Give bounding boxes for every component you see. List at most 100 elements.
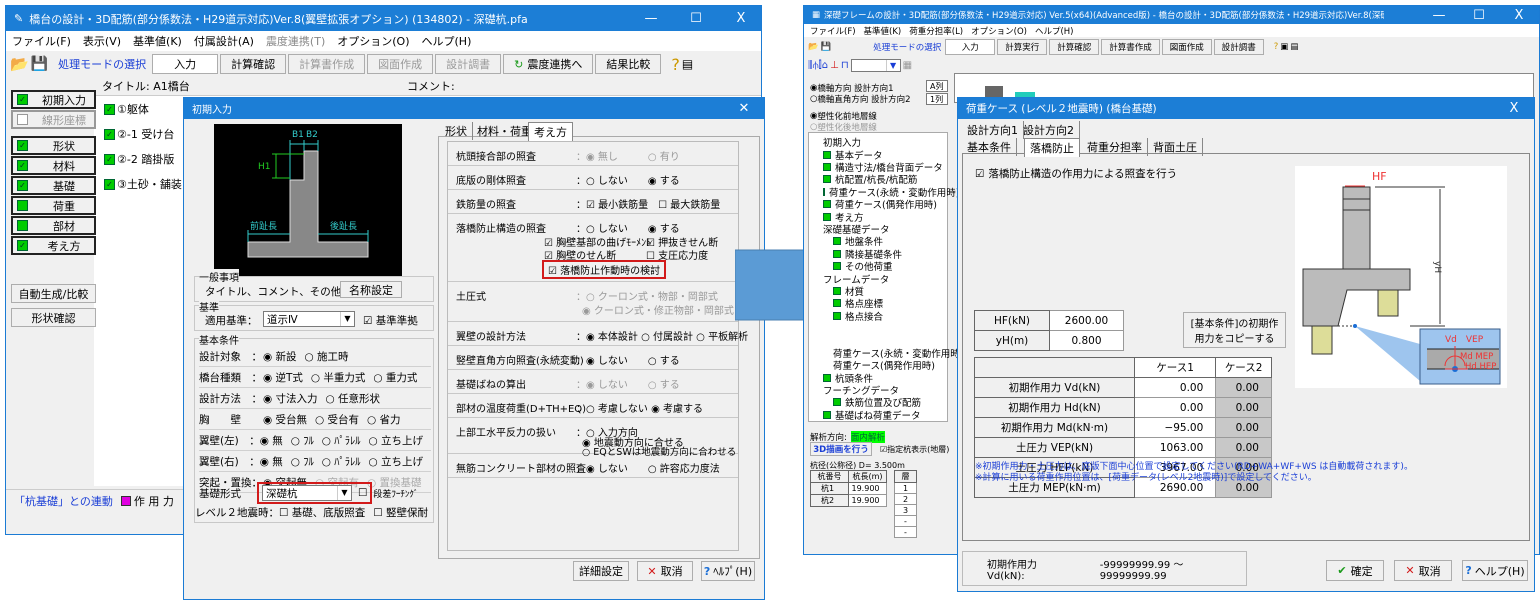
name-settings-button[interactable]: 名称設定 [340, 281, 402, 298]
standard-select[interactable]: 道示Ⅳ ▼ [263, 311, 355, 327]
menu-item[interactable]: ファイル(F) [810, 25, 856, 37]
copy-initial-force-button[interactable]: [基本条件]の初期作用力をコピーする [1183, 312, 1286, 348]
nav-button[interactable]: 線形座標 [11, 110, 96, 129]
tree-item[interactable]: 荷重ケース(永続・変動作用時) [815, 186, 959, 199]
tree-item[interactable]: 格点接合 [815, 309, 947, 323]
close-button[interactable]: ✕ [724, 98, 764, 119]
radio-option[interactable]: ○ 受台有 [315, 412, 359, 427]
toolbar-button[interactable]: 計算書作成 [288, 54, 366, 74]
layer-cell[interactable]: - [894, 526, 917, 538]
tab-2[interactable]: 考え方 [528, 122, 573, 141]
tree-item[interactable] [815, 334, 947, 346]
part-item[interactable]: ✓ ③土砂・舗装 [104, 176, 182, 192]
minimize-button[interactable]: — [1419, 6, 1459, 24]
radio-option[interactable]: ○ ﾌﾙ [291, 433, 314, 448]
tree-item[interactable]: 考え方 [815, 210, 947, 224]
radio-option[interactable]: ○ 省力 [367, 412, 401, 427]
step-footing-checkbox[interactable]: ☐ [358, 487, 367, 499]
option-value[interactable]: ：○ 考慮しない ◉ 考慮する [576, 400, 703, 415]
foundation-check-checkbox[interactable]: ☐ 基礎、底版照査 [279, 505, 365, 520]
menu-item[interactable]: 震度連携(T) [266, 33, 325, 49]
option-value[interactable]: ：☑ 最小鉄筋量 ☐ 最大鉄筋量 [576, 196, 720, 211]
tree-item[interactable]: 隣接基礎条件 [815, 248, 947, 261]
option-value[interactable]: ：○ しない ◉ する [576, 172, 680, 187]
tree-item[interactable]: 杭頭条件 [815, 371, 947, 385]
toolbar-button[interactable]: 入力 [945, 39, 996, 55]
menu-item[interactable]: 基準値(K) [864, 25, 902, 37]
toolbar-button[interactable]: 入力 [152, 54, 219, 74]
nav-button[interactable]: ✓ 材料 [11, 156, 96, 175]
auto-generate-compare-button[interactable]: 自動生成/比較 [11, 284, 96, 303]
tree-item[interactable]: 材質 [815, 285, 947, 298]
radio-option[interactable]: ◉ 受台無 [263, 412, 307, 427]
direction-tab-0[interactable]: 設計方向1 [962, 121, 1024, 139]
column-a-select[interactable]: A列 [926, 80, 948, 92]
nav-button[interactable]: ✓ 考え方 [11, 236, 96, 255]
nav-button[interactable]: 部材 [11, 216, 96, 235]
toolbar-button[interactable]: 結果比較 [595, 54, 662, 74]
pile-row[interactable]: 杭1 19.900 [810, 482, 887, 495]
column-1-select[interactable]: 1列 [926, 93, 948, 105]
grid-icon[interactable]: ▦ [903, 60, 912, 71]
pile-icon[interactable]: ⊓ [841, 60, 849, 71]
radio-option[interactable]: ○ 任意形状 [326, 391, 381, 406]
tree-item[interactable]: フーチングデータ [815, 384, 947, 397]
nav-button[interactable]: ✓ 初期入力 [11, 90, 96, 109]
part-item[interactable]: ✓ ②-2 踏掛版 [104, 151, 174, 167]
menu-item[interactable]: ファイル(F) [12, 33, 71, 49]
option-value[interactable]: ：◉ 無し ○ 有り [576, 148, 680, 163]
save-icon[interactable]: 💾 [821, 42, 832, 52]
fall-check[interactable]: ☐ 支圧応力度 [646, 247, 708, 262]
option-value[interactable]: ：◉ しない ○ する [576, 376, 680, 391]
tab-0[interactable]: 形状 [440, 122, 473, 140]
radio-option[interactable]: ○ ﾌﾙ [291, 454, 314, 469]
fall-operation-check[interactable]: ☑ 落橋防止作動時の検討 [541, 260, 667, 279]
part-item[interactable]: ✓ ①躯体 [104, 101, 149, 117]
toolbar-button[interactable]: 計算実行 [997, 39, 1048, 55]
menu-item[interactable]: 荷重分担率(L) [909, 25, 963, 37]
tree-item[interactable]: 構造寸法/橋台背面データ [815, 161, 947, 174]
nav-button[interactable]: ✓ 形状 [11, 136, 96, 155]
option-value[interactable]: ：○ クーロン式・物部・岡部式 [576, 288, 718, 303]
open-icon[interactable]: 📂 [10, 55, 29, 73]
nav-button[interactable]: ✓ 基礎 [11, 176, 96, 195]
tree-item[interactable]: その他荷重 [815, 260, 947, 273]
radio-option[interactable]: ◉ 寸法入力 [263, 391, 318, 406]
tree-item[interactable]: 杭配置/杭長/杭配筋 [815, 173, 947, 186]
confirm-button[interactable]: ✔ 確定 [1326, 560, 1384, 581]
layer-cell[interactable]: 2 [894, 493, 917, 505]
radio-option[interactable]: ◉ 逆T式 [263, 370, 303, 385]
radio-option[interactable]: ○ ﾊﾟﾗﾚﾙ [322, 454, 361, 469]
tree-item[interactable]: 荷重ケース(偶発作用時) [815, 359, 947, 372]
radio-option[interactable]: ◉ 無 [260, 433, 283, 448]
draw-3d-button[interactable]: 3D描画を行う [810, 442, 872, 456]
book-icon[interactable]: ▣ [1280, 42, 1288, 52]
menu-item[interactable]: 付属設計(A) [194, 33, 254, 49]
foundation-type-select[interactable]: 深礎杭 ▼ [262, 485, 352, 501]
tree-item[interactable]: 深礎基礎データ [815, 223, 947, 236]
menu-item[interactable]: オプション(O) [337, 33, 409, 49]
tree-item[interactable]: 基本データ [815, 148, 947, 162]
toolbar-button[interactable]: 図面作成 [1161, 39, 1212, 55]
option-value[interactable]: ：◉ しない ○ する [576, 352, 680, 367]
fall-check[interactable]: ☑ 胸壁のせん断 [544, 247, 616, 262]
direction-tab-1[interactable]: 設計方向2 [1018, 121, 1080, 139]
toolbar-button[interactable]: 設計調書 [435, 54, 502, 74]
toolbar-button[interactable]: ↻ 震度連携へ [503, 54, 594, 74]
wall-capacity-checkbox[interactable]: ☐ 竪壁保耐 [373, 505, 428, 520]
option-value[interactable]: ◉ クーロン式・修正物部・岡部式 [582, 302, 734, 317]
option-value[interactable]: ：◉ 本体設計 ○ 付属設計 ○ 平板解析 [576, 328, 748, 343]
fall-prevention-checkbox[interactable]: ☑ 落橋防止構造の作用力による照査を行う [975, 166, 1177, 181]
standard-compliance-checkbox[interactable]: ☑ 基準準拠 [363, 313, 418, 328]
maximize-button[interactable]: ☐ [676, 6, 716, 31]
help-button[interactable]: ? ﾍﾙﾌﾟ(H) [701, 561, 755, 581]
info-icon[interactable]: ▤ [682, 57, 693, 71]
view-select[interactable]: ▼ [850, 58, 901, 72]
radio-option[interactable]: ○ 重力式 [373, 370, 417, 385]
menu-item[interactable]: ヘルプ(H) [422, 33, 472, 49]
help-icon[interactable]: ? [1274, 42, 1279, 52]
radio-option[interactable]: ◉ 新設 [263, 349, 297, 364]
pile-row[interactable]: 杭2 19.900 [810, 494, 887, 507]
tree-item[interactable]: 鉄筋位置及び配筋 [815, 396, 947, 409]
layer-cell[interactable]: 1 [894, 482, 917, 494]
